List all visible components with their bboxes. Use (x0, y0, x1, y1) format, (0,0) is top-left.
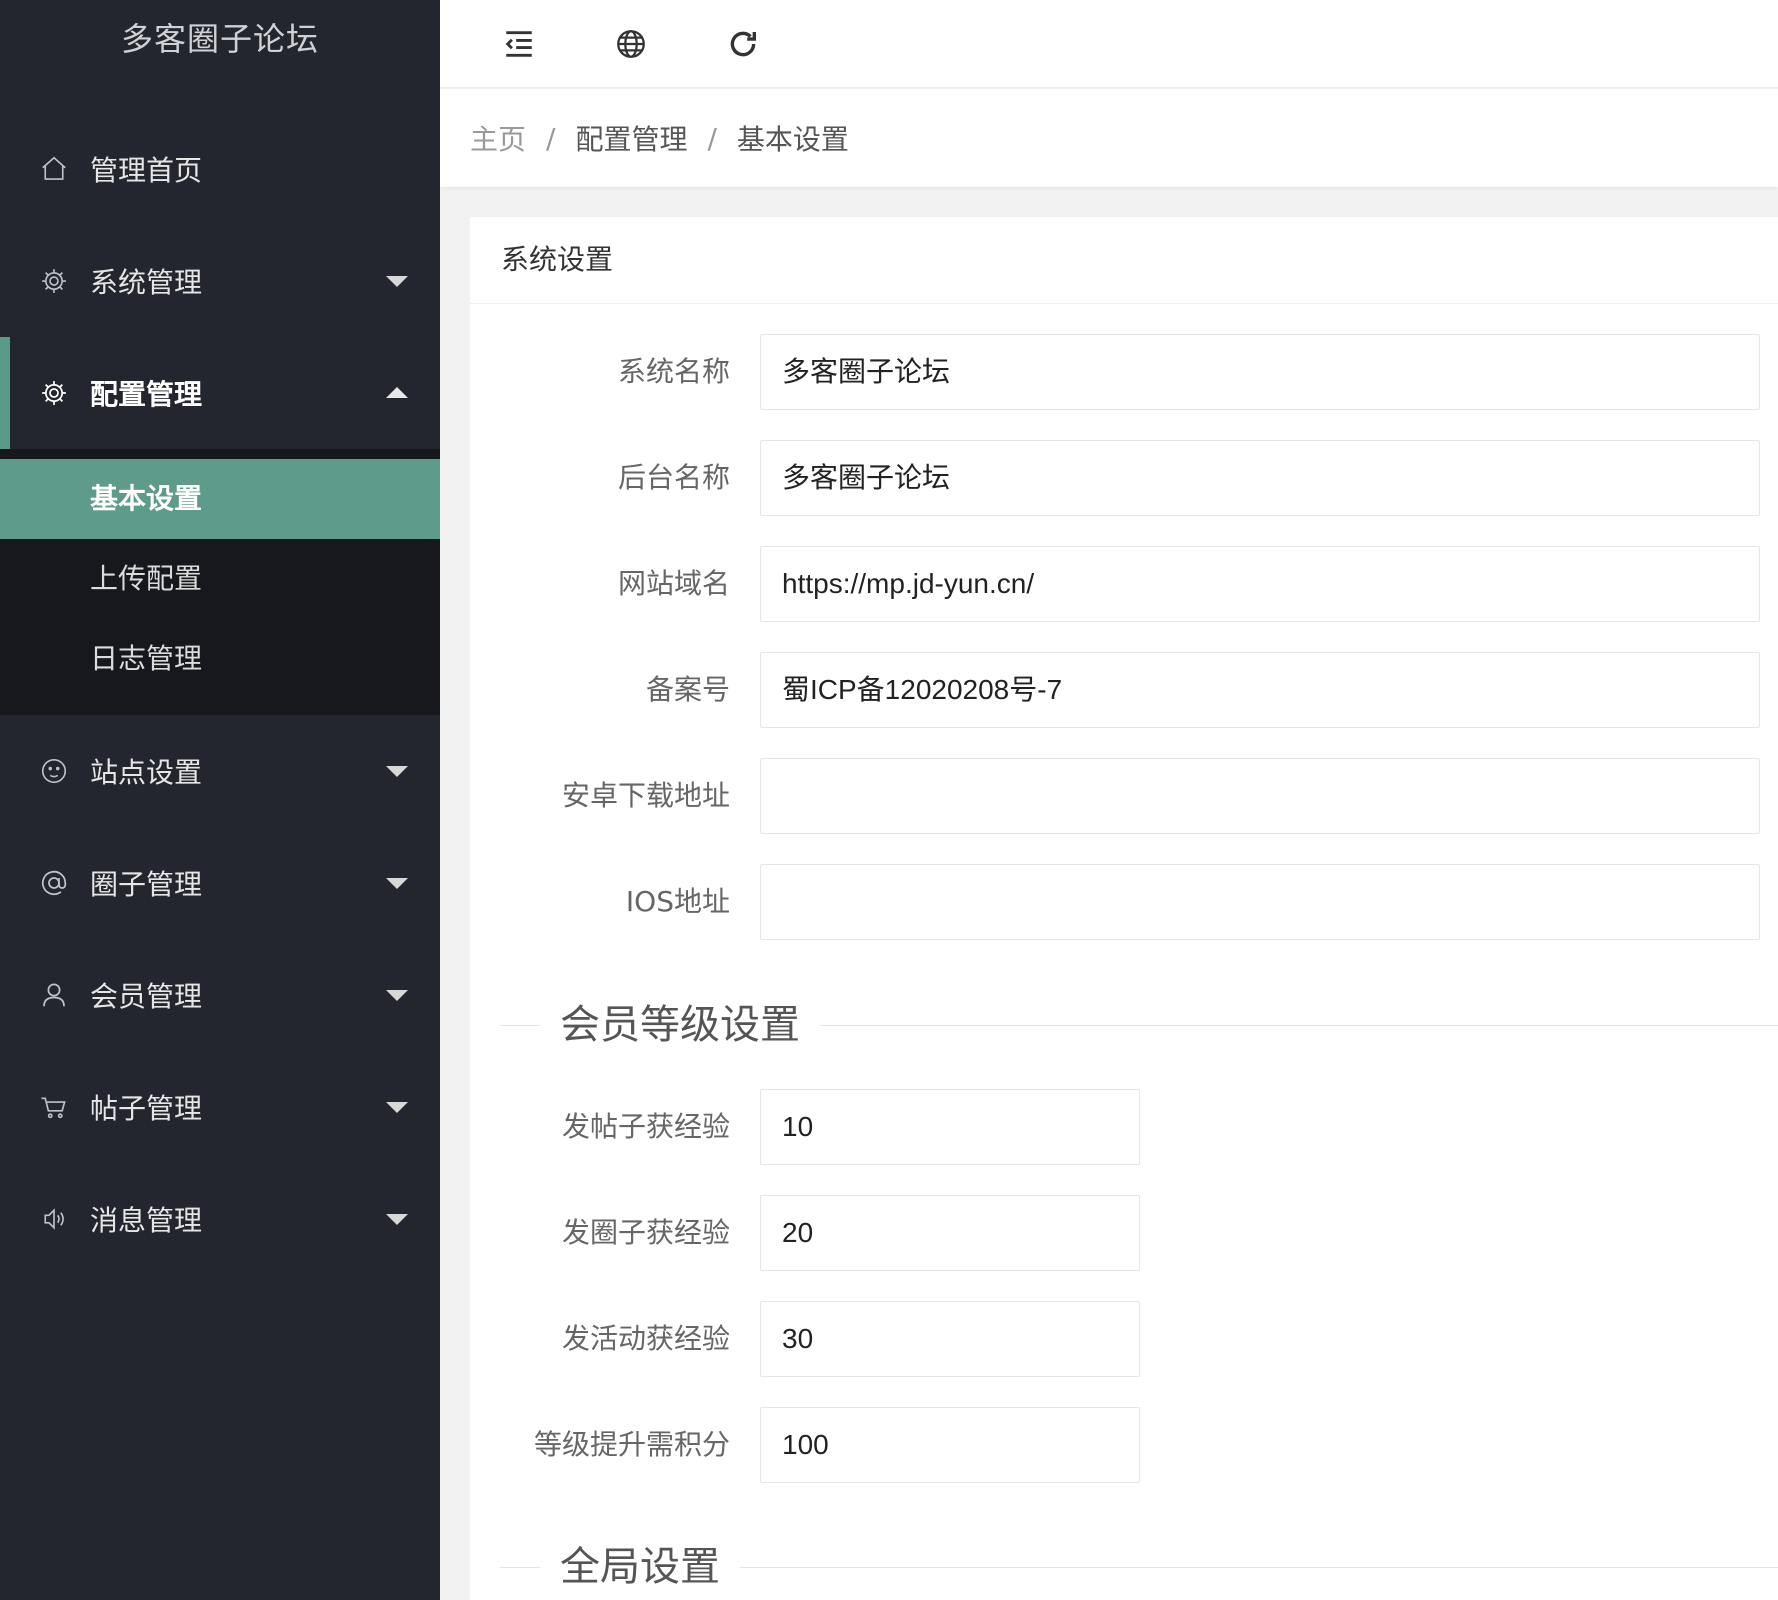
user-icon (38, 979, 70, 1011)
gear-icon (38, 377, 70, 409)
sidebar-subitem-log-management[interactable]: 日志管理 (0, 619, 440, 699)
form-row-system-name: 系统名称 多客圈子论坛 (470, 334, 1778, 410)
field-label: 发帖子获经验 (561, 1110, 730, 1143)
form-row-activity-exp: 发活动获经验 30 (470, 1301, 1778, 1377)
field-label: 发活动获经验 (561, 1322, 730, 1355)
android-url-input[interactable] (760, 758, 1760, 834)
section-global: 全局设置 (500, 1542, 1778, 1592)
form-row-icp: 备案号 蜀ICP备12020208号-7 (470, 652, 1778, 728)
field-label: 等级提升需积分 (533, 1428, 730, 1461)
speaker-icon (38, 1203, 70, 1235)
form-row-domain: 网站域名 https://mp.jd-yun.cn/ (470, 546, 1778, 622)
card-title: 系统设置 (470, 217, 1778, 304)
sidebar-item-members[interactable]: 会员管理 (0, 939, 440, 1051)
icp-number-input[interactable]: 蜀ICP备12020208号-7 (760, 652, 1760, 728)
sidebar-item-site[interactable]: 站点设置 (0, 715, 440, 827)
activity-exp-input[interactable]: 30 (760, 1301, 1140, 1377)
refresh-button[interactable] (716, 17, 770, 71)
form-row-post-exp: 发帖子获经验 10 (470, 1089, 1778, 1165)
post-exp-input[interactable]: 10 (760, 1089, 1140, 1165)
breadcrumb-separator: / (707, 121, 717, 155)
chevron-down-icon (386, 990, 408, 1001)
breadcrumb: 主页 / 配置管理 / 基本设置 (440, 89, 1778, 187)
sidebar-item-circles[interactable]: 圈子管理 (0, 827, 440, 939)
field-label: 安卓下载地址 (561, 779, 730, 812)
ios-url-input[interactable] (760, 864, 1760, 940)
at-icon (38, 867, 70, 899)
sidebar-item-label: 管理首页 (90, 154, 203, 187)
cart-icon (38, 1091, 70, 1123)
sidebar-item-system[interactable]: 系统管理 (0, 225, 440, 337)
breadcrumb-home-link[interactable]: 主页 (470, 118, 526, 158)
config-submenu: 基本设置 上传配置 日志管理 (0, 449, 440, 715)
field-label: IOS地址 (625, 885, 730, 918)
sidebar-item-config[interactable]: 配置管理 (0, 337, 440, 449)
sidebar-item-label: 站点设置 (90, 756, 203, 789)
sidebar-item-label: 帖子管理 (90, 1092, 203, 1125)
chevron-down-icon (386, 878, 408, 889)
gear-icon (38, 265, 70, 297)
sidebar-item-label: 系统管理 (90, 266, 203, 299)
chevron-up-icon (386, 387, 408, 398)
app-logo-title: 多客圈子论坛 (120, 20, 319, 58)
breadcrumb-section-link[interactable]: 配置管理 (575, 118, 687, 158)
indent-toggle-icon (505, 30, 532, 57)
top-bar (440, 0, 1778, 88)
field-label: 后台名称 (617, 461, 730, 494)
sidebar-subitem-upload-config[interactable]: 上传配置 (0, 539, 440, 619)
sidebar-item-label: 会员管理 (90, 980, 203, 1013)
sidebar-item-label: 圈子管理 (90, 868, 203, 901)
field-label: 系统名称 (617, 355, 730, 388)
sidebar-item-label: 消息管理 (90, 1204, 203, 1237)
field-label: 备案号 (645, 673, 730, 706)
chevron-down-icon (386, 1102, 408, 1113)
system-name-input[interactable]: 多客圈子论坛 (760, 334, 1760, 410)
section-member-level: 会员等级设置 (500, 1000, 1778, 1050)
domain-input[interactable]: https://mp.jd-yun.cn/ (760, 546, 1760, 622)
form-row-admin-name: 后台名称 多客圈子论坛 (470, 440, 1778, 516)
sidebar-item-dashboard[interactable]: 管理首页 (0, 113, 440, 225)
sidebar-item-posts[interactable]: 帖子管理 (0, 1051, 440, 1163)
globe-icon (617, 29, 645, 58)
form-row-android-url: 安卓下载地址 (470, 758, 1778, 834)
sidebar: 多客圈子论坛 管理首页 系统管理 配置管理 基本设置 上传配置 日志管理 站点设… (0, 0, 440, 1600)
refresh-icon (730, 31, 757, 56)
sidebar-item-messages[interactable]: 消息管理 (0, 1163, 440, 1275)
section-title: 会员等级设置 (540, 1000, 820, 1050)
sidebar-toggle-button[interactable] (492, 17, 546, 71)
home-icon (38, 153, 70, 185)
breadcrumb-separator: / (546, 121, 556, 155)
form-row-level-points: 等级提升需积分 100 (470, 1407, 1778, 1483)
settings-card: 系统设置 系统名称 多客圈子论坛 后台名称 多客圈子论坛 网站域名 https:… (470, 217, 1778, 1600)
sidebar-item-label: 配置管理 (90, 378, 203, 411)
field-label: 发圈子获经验 (561, 1216, 730, 1249)
face-icon (38, 755, 70, 787)
chevron-down-icon (386, 766, 408, 777)
form-row-ios-url: IOS地址 (470, 864, 1778, 940)
form-row-circle-exp: 发圈子获经验 20 (470, 1195, 1778, 1271)
breadcrumb-current: 基本设置 (736, 123, 849, 156)
admin-name-input[interactable]: 多客圈子论坛 (760, 440, 1760, 516)
field-label: 网站域名 (617, 567, 730, 600)
section-title: 全局设置 (540, 1542, 740, 1592)
sidebar-subitem-basic-settings[interactable]: 基本设置 (0, 459, 440, 539)
chevron-down-icon (386, 276, 408, 287)
circle-exp-input[interactable]: 20 (760, 1195, 1140, 1271)
level-points-input[interactable]: 100 (760, 1407, 1140, 1483)
website-button[interactable] (604, 17, 658, 71)
chevron-down-icon (386, 1214, 408, 1225)
